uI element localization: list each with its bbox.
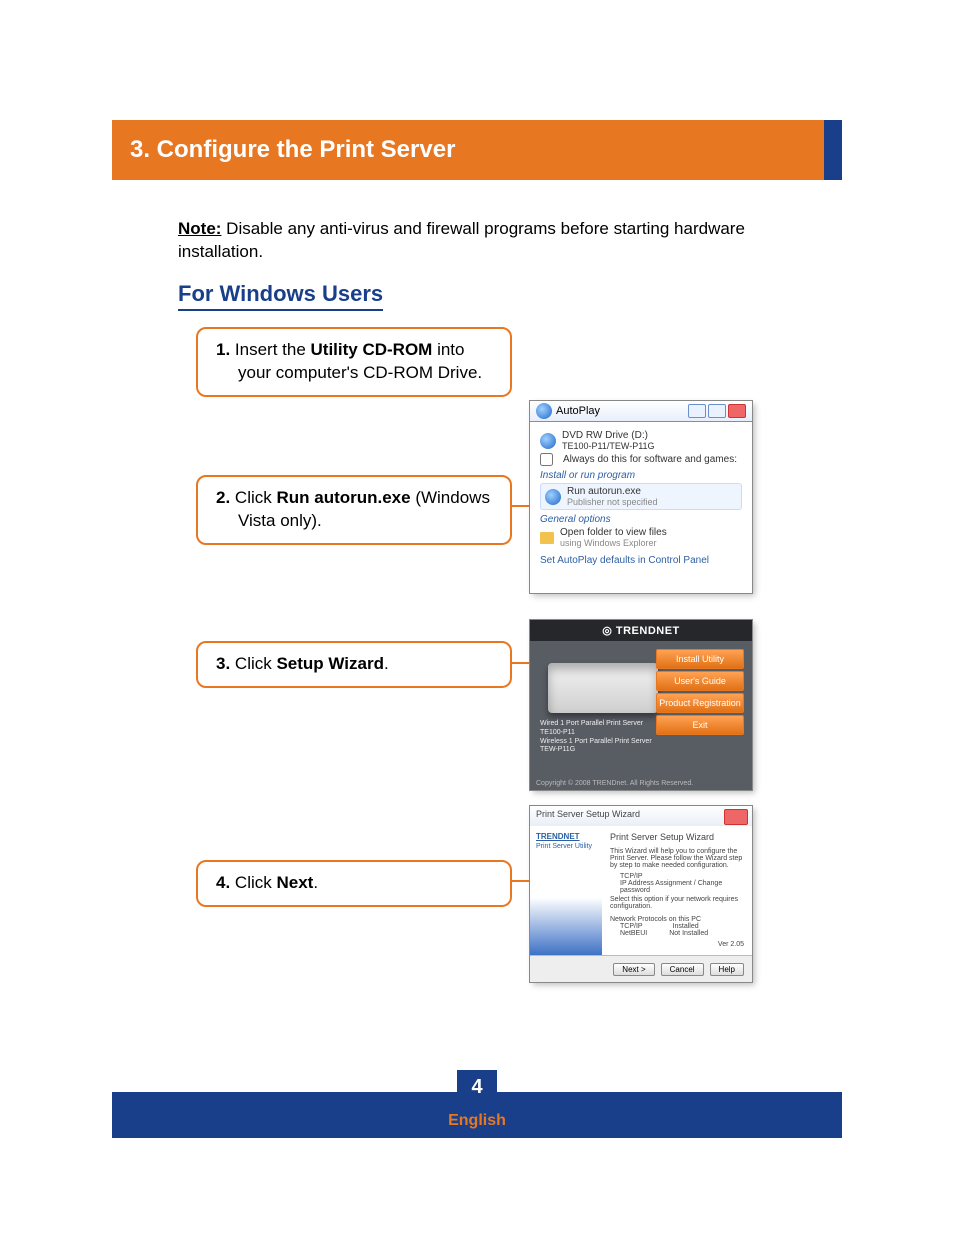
autoplay-run-label: Run autorun.exe <box>567 486 658 497</box>
autoplay-window: AutoPlay DVD RW Drive (D:) TE100-P11/TEW… <box>530 401 752 593</box>
autoplay-drive-label: TE100-P11/TEW-P11G <box>562 441 655 451</box>
note-label: Note: <box>178 219 221 238</box>
step-4-post: . <box>313 873 318 892</box>
wizard-titlebar: Print Server Setup Wizard <box>530 806 752 827</box>
trendnet-product-desc: Wired 1 Port Parallel Print Server TE100… <box>540 720 652 755</box>
autoplay-title: AutoPlay <box>556 405 600 417</box>
wizard-version: Ver 2.05 <box>610 941 744 948</box>
step-4-bold: Next <box>276 873 313 892</box>
wizard-close-button[interactable] <box>724 809 748 825</box>
autoplay-icon <box>536 403 552 419</box>
autoplay-open-folder[interactable]: Open folder to view files using Windows … <box>540 527 742 549</box>
wizard-window-title: Print Server Setup Wizard <box>536 809 752 819</box>
wizard-sidebar: TRENDNET Print Server Utility <box>530 826 603 956</box>
page-number: 4 <box>457 1070 497 1104</box>
step-3: 3. Click Setup Wizard. <box>196 641 512 688</box>
trendnet-brand: TRENDNET <box>616 625 680 637</box>
autoplay-always-label: Always do this for software and games: <box>563 454 737 465</box>
section-title: 3. Configure the Print Server <box>112 120 824 180</box>
wizard-content: Print Server Setup Wizard This Wizard wi… <box>602 826 752 956</box>
step-3-bold: Setup Wizard <box>276 654 384 673</box>
trendnet-copyright: Copyright © 2008 TRENDnet. All Rights Re… <box>536 780 693 787</box>
autoplay-drive: DVD RW Drive (D:) <box>562 430 655 441</box>
note-text: Disable any anti-virus and firewall prog… <box>178 219 745 261</box>
page-language: English <box>0 1112 954 1130</box>
wizard-cancel-button[interactable]: Cancel <box>661 963 704 976</box>
autoplay-open-label: Open folder to view files <box>560 527 667 538</box>
users-guide-button[interactable]: User's Guide <box>656 671 744 691</box>
exit-button[interactable]: Exit <box>656 715 744 735</box>
trendnet-desc1: Wired 1 Port Parallel Print Server <box>540 720 652 729</box>
step-2-pre: Click <box>230 488 276 507</box>
autoplay-section-general: General options <box>540 514 742 525</box>
cd-icon <box>540 433 556 449</box>
step-4-pre: Click <box>230 873 276 892</box>
wizard-side-brand: TRENDNET <box>536 832 602 841</box>
note-paragraph: Note: Disable any anti-virus and firewal… <box>178 218 758 264</box>
wizard-intro: This Wizard will help you to configure t… <box>610 848 744 869</box>
step-1-bold: Utility CD-ROM <box>311 340 433 359</box>
close-button[interactable] <box>728 404 746 418</box>
step-1-pre: Insert the <box>230 340 310 359</box>
wizard-g1a: TCP/IP <box>620 923 643 930</box>
header-accent <box>824 120 842 180</box>
trendnet-desc3: Wireless 1 Port Parallel Print Server <box>540 738 652 747</box>
section-header: 3. Configure the Print Server <box>112 120 842 180</box>
step-2: 2. Click Run autorun.exe (Windows Vista … <box>196 475 512 545</box>
step-3-number: 3. <box>216 654 230 673</box>
folder-icon <box>540 532 554 544</box>
autoplay-run-sub: Publisher not specified <box>567 497 658 507</box>
setup-wizard-window: Print Server Setup Wizard TRENDNET Print… <box>530 806 752 982</box>
step-2-bold: Run autorun.exe <box>276 488 410 507</box>
step-3-post: . <box>384 654 389 673</box>
autoplay-section-install: Install or run program <box>540 470 742 481</box>
product-registration-button[interactable]: Product Registration <box>656 693 744 713</box>
wizard-footer: Next > Cancel Help <box>530 955 752 982</box>
step-3-pre: Click <box>230 654 276 673</box>
step-1-number: 1. <box>216 340 230 359</box>
trendnet-brand-bar: ◎ TRENDNET <box>530 620 752 641</box>
autoplay-open-sub: using Windows Explorer <box>560 538 657 548</box>
install-utility-button[interactable]: Install Utility <box>656 649 744 669</box>
wizard-content-title: Print Server Setup Wizard <box>610 832 744 842</box>
step-2-number: 2. <box>216 488 230 507</box>
wizard-line2: TCP/IP <box>620 873 744 880</box>
run-icon <box>545 489 561 505</box>
minimize-button[interactable] <box>688 404 706 418</box>
step-4: 4. Click Next. <box>196 860 512 907</box>
autoplay-always-checkbox[interactable] <box>540 453 553 466</box>
wizard-g2b: Not Installed <box>669 930 708 937</box>
autoplay-titlebar: AutoPlay <box>530 401 752 422</box>
wizard-g1b: Installed <box>673 923 699 930</box>
windows-users-heading: For Windows Users <box>178 281 383 311</box>
trendnet-desc2: TE100-P11 <box>540 729 652 738</box>
trendnet-launcher: ◎ TRENDNET Install Utility User's Guide … <box>530 620 752 790</box>
autoplay-run-autorun[interactable]: Run autorun.exe Publisher not specified <box>540 483 742 510</box>
trendnet-desc4: TEW-P11G <box>540 746 652 755</box>
wizard-g2a: NetBEUI <box>620 930 647 937</box>
trendnet-device-image <box>548 663 658 713</box>
autoplay-defaults-link[interactable]: Set AutoPlay defaults in Control Panel <box>540 555 709 566</box>
wizard-next-button[interactable]: Next > <box>613 963 654 976</box>
wizard-line4: Select this option if your network requi… <box>610 896 744 910</box>
wizard-help-button[interactable]: Help <box>710 963 744 976</box>
wizard-group-label: Network Protocols on this PC <box>610 916 744 923</box>
connector-step-4-h1 <box>512 880 532 882</box>
step-4-number: 4. <box>216 873 230 892</box>
wizard-side-sub: Print Server Utility <box>536 843 602 850</box>
step-1: 1. Insert the Utility CD-ROM into your c… <box>196 327 512 397</box>
maximize-button[interactable] <box>708 404 726 418</box>
wizard-line3: IP Address Assignment / Change password <box>620 880 744 894</box>
